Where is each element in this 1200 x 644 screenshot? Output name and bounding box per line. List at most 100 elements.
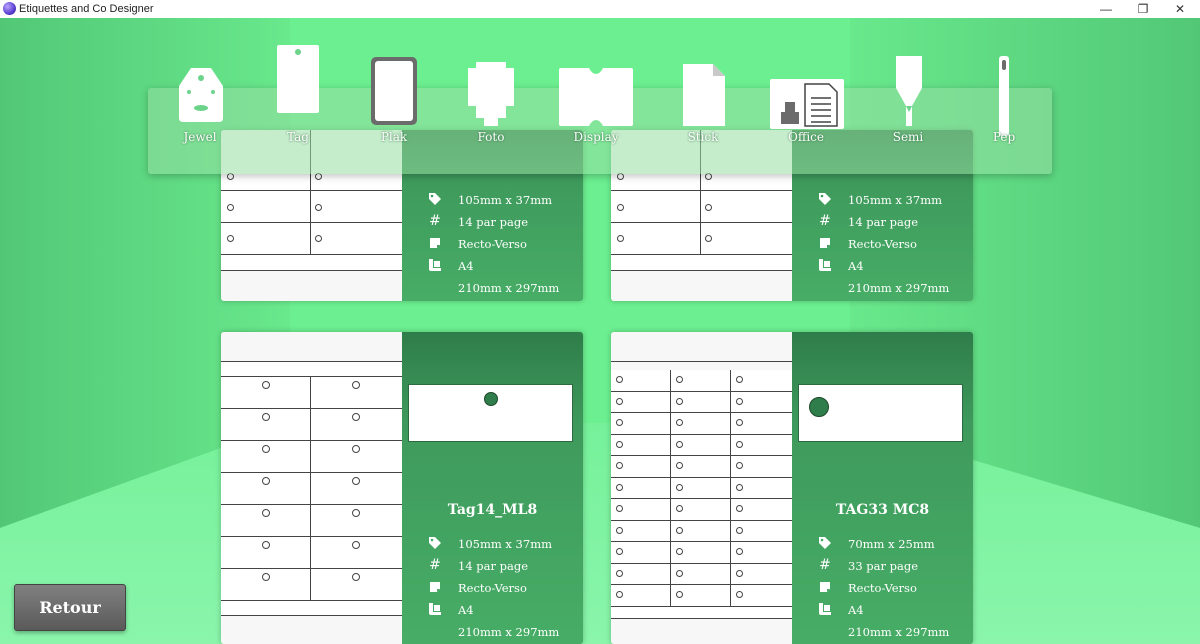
- label-hole: [676, 526, 683, 534]
- pep-icon: [999, 56, 1009, 136]
- label-hole: [676, 505, 683, 512]
- label-hole: [676, 462, 683, 469]
- title-bar: Etiquettes and Co Designer — ❐ ✕: [0, 0, 1200, 18]
- jewel-icon: [179, 68, 223, 122]
- size-row: 105mm x 37mm: [402, 190, 583, 210]
- label-hole: [616, 526, 623, 534]
- hash-icon: #: [429, 213, 441, 229]
- foto-icon: [468, 62, 514, 126]
- label-hole: [676, 483, 683, 491]
- hash-icon: #: [429, 557, 441, 573]
- page-flip-icon: [818, 580, 832, 594]
- close-button[interactable]: ✕: [1161, 0, 1199, 18]
- toolbar-item-pep[interactable]: Pep: [959, 40, 1049, 150]
- display-icon: [559, 68, 633, 126]
- size-row: 70mm x 25mm: [792, 534, 973, 554]
- window-title: Etiquettes and Co Designer: [19, 3, 154, 15]
- label-hole: [736, 376, 743, 383]
- template-card-tag33-mc8[interactable]: TAG33 MC8 70mm x 25mm # 33 par page Rect…: [611, 332, 973, 644]
- label-hole: [484, 392, 498, 406]
- label-hole: [676, 440, 683, 448]
- paper-row: A4: [402, 256, 583, 276]
- minimize-button[interactable]: —: [1087, 0, 1125, 18]
- count-row: # 14 par page: [429, 557, 529, 573]
- label-hole: [736, 462, 743, 469]
- paper-size-row: 210mm x 297mm: [848, 625, 950, 639]
- label-hole: [616, 397, 623, 405]
- label-hole: [736, 505, 743, 512]
- page-flip-icon: [818, 236, 832, 250]
- label-hole: [736, 569, 743, 577]
- paper-size-row: 210mm x 297mm: [458, 625, 560, 639]
- label-hole: [809, 397, 829, 417]
- label-hole: [736, 397, 743, 405]
- label-hole: [736, 526, 743, 534]
- label-hole: [616, 548, 623, 555]
- page-flip-icon: [428, 580, 442, 594]
- label-hole: [736, 591, 743, 598]
- label-hole: [736, 548, 743, 555]
- label-hole: [616, 591, 623, 598]
- label-hole: [676, 569, 683, 577]
- sides-row: Recto-Verso: [402, 234, 583, 254]
- label-hole: [676, 591, 683, 598]
- label-hole: [616, 505, 623, 512]
- hash-icon: #: [819, 557, 831, 573]
- tag-shape-icon: [277, 45, 319, 113]
- toolbar-item-display[interactable]: Display: [551, 40, 641, 150]
- template-card-tag14-ml8[interactable]: Tag14_ML8 105mm x 37mm # 14 par page Rec…: [221, 332, 583, 644]
- label-hole: [736, 483, 743, 491]
- label-hole: [736, 419, 743, 426]
- toolbar-item-office[interactable]: Office: [761, 40, 851, 150]
- paper-sheet-icon: [818, 258, 832, 272]
- count-row: # 14 par page: [819, 213, 919, 229]
- toolbar-item-plak[interactable]: Plak: [349, 40, 439, 150]
- sides-row: Recto-Verso: [402, 578, 583, 598]
- label-hole: [676, 397, 683, 405]
- office-icon: [770, 79, 844, 129]
- label-hole: [616, 483, 623, 491]
- toolbar-item-jewel[interactable]: Jewel: [155, 40, 245, 150]
- size-row: 105mm x 37mm: [792, 190, 973, 210]
- restore-button[interactable]: ❐: [1124, 0, 1162, 18]
- page-flip-icon: [428, 236, 442, 250]
- tag-icon: [428, 536, 442, 550]
- toolbar-item-stick[interactable]: Stick: [658, 40, 748, 150]
- label-hole: [616, 440, 623, 448]
- paper-size-row: 210mm x 297mm: [848, 281, 950, 295]
- paper-size-row: 210mm x 297mm: [458, 281, 560, 295]
- label-preview: [798, 384, 963, 442]
- template-name: TAG33 MC8: [835, 502, 930, 518]
- template-name: Tag14_ML8: [447, 502, 538, 518]
- label-hole: [676, 419, 683, 426]
- paper-sheet-icon: [818, 602, 832, 616]
- toolbar-item-foto[interactable]: Foto: [446, 40, 536, 150]
- paper-sheet-icon: [428, 602, 442, 616]
- card-info-panel: TAG33 MC8 70mm x 25mm # 33 par page Rect…: [792, 332, 973, 644]
- label-hole: [676, 376, 683, 383]
- toolbar-item-tag[interactable]: Tag: [253, 40, 343, 150]
- label-hole: [736, 440, 743, 448]
- sheet-margin: [611, 606, 792, 619]
- stick-icon: [683, 64, 725, 126]
- label-hole: [616, 569, 623, 577]
- tag-icon: [428, 192, 442, 206]
- label-preview: [408, 384, 573, 442]
- count-row: # 33 par page: [819, 557, 919, 573]
- count-row: # 14 par page: [429, 213, 529, 229]
- label-hole: [676, 548, 683, 555]
- label-hole: [616, 376, 623, 383]
- sheet-margin: [611, 332, 792, 362]
- hash-icon: #: [819, 213, 831, 229]
- paper-row: A4: [792, 256, 973, 276]
- label-hole: [616, 419, 623, 426]
- paper-sheet-icon: [428, 258, 442, 272]
- tag-icon: [818, 192, 832, 206]
- retour-button[interactable]: Retour: [14, 584, 126, 631]
- paper-row: A4: [792, 600, 973, 620]
- toolbar-item-semi[interactable]: Semi: [863, 40, 953, 150]
- sides-row: Recto-Verso: [792, 578, 973, 598]
- plak-icon: [371, 57, 417, 125]
- app-logo-icon: [3, 2, 16, 15]
- paper-row: A4: [402, 600, 583, 620]
